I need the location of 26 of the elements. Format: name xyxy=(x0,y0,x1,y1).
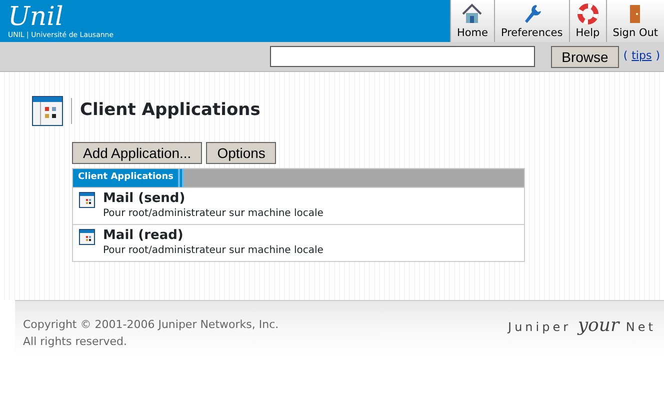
paren-text: ) xyxy=(656,48,660,64)
copyright-text: Copyright © 2001-2006 Juniper Networks, Inc. xyxy=(23,317,279,333)
nav-button[interactable]: Help xyxy=(568,0,606,42)
application-description: Pour root/administrateur sur machine locale xyxy=(103,244,324,258)
toolbar-button[interactable]: Add Application... xyxy=(72,142,202,164)
application-icon xyxy=(79,229,95,245)
logo-text: Unil xyxy=(8,4,64,30)
nav-button[interactable]: Sign Out xyxy=(606,0,664,42)
search-field[interactable] xyxy=(270,46,535,67)
application-link[interactable]: Mail (read) xyxy=(103,229,324,244)
panel-tab[interactable]: Client Applications xyxy=(73,169,184,187)
application-description: Pour root/administrateur sur machine locale xyxy=(103,207,324,222)
application-link[interactable]: Mail (send) xyxy=(103,192,324,206)
lifebuoy-icon xyxy=(576,2,600,26)
browse-button[interactable]: Browse xyxy=(550,46,620,68)
nav-button[interactable]: Home xyxy=(450,0,494,42)
tips-link[interactable]: tips xyxy=(632,48,652,65)
application-icon xyxy=(79,192,95,208)
rights-text: All rights reserved. xyxy=(23,334,128,350)
paren-text: ( xyxy=(623,48,628,64)
page-title: Client Applications xyxy=(71,98,260,124)
application-icon xyxy=(32,96,63,126)
nav-button[interactable]: Preferences xyxy=(494,0,569,42)
home-icon xyxy=(460,2,484,26)
brand-logo: Juniper your Net xyxy=(508,314,656,338)
toolbar-button[interactable]: Options xyxy=(206,142,276,164)
